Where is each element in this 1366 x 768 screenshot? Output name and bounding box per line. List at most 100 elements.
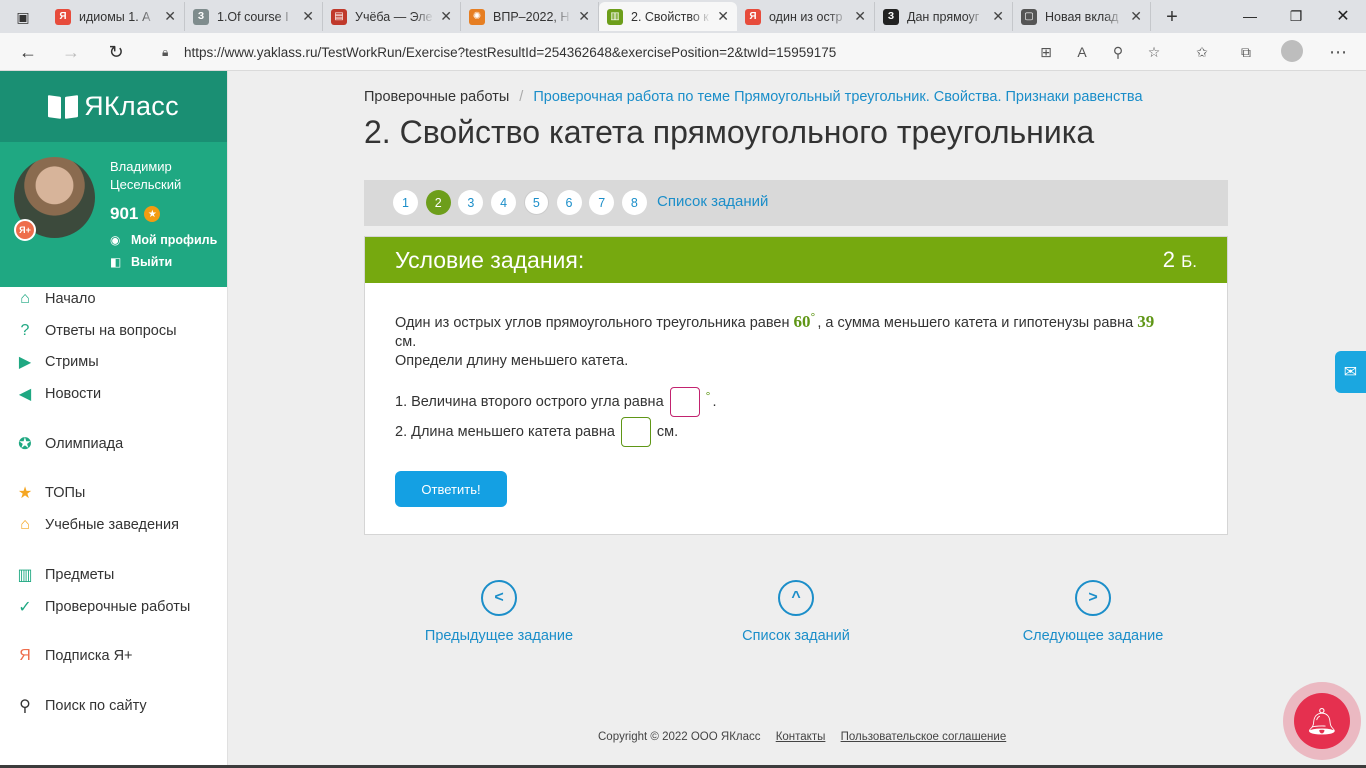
add-favorite-icon[interactable]: ☆ xyxy=(1143,41,1165,63)
browser-tab[interactable]: Яодин из остр ✕ xyxy=(737,2,875,31)
tab-close-icon[interactable]: ✕ xyxy=(440,8,452,25)
condition-text-2: , а сумма меньшего катета и гипотенузы р… xyxy=(817,315,1138,331)
sidebar-item-10[interactable]: ⚲ Поиск по сайту xyxy=(14,694,146,718)
user-points: 901 ★ xyxy=(110,204,161,224)
condition-angle: 60 xyxy=(793,312,811,331)
zoom-icon[interactable]: ⚲ xyxy=(1107,41,1129,63)
address-bar[interactable]: 🔒︎ https://www.yaklass.ru/TestWorkRun/Ex… xyxy=(150,37,1180,67)
more-menu-icon[interactable]: ⋯ xyxy=(1327,41,1349,63)
footer-agreement-link[interactable]: Пользовательское соглашение xyxy=(841,731,1007,743)
refresh-icon[interactable]: ↻ xyxy=(101,38,131,66)
sidebar-item-6[interactable]: ⌂ Учебные заведения xyxy=(14,513,179,537)
sidebar-item-4[interactable]: ✪ Олимпиада xyxy=(14,432,123,456)
browser-tab[interactable]: ▢ Новая вклад ✕ xyxy=(1013,2,1151,31)
tab-title: идиомы 1. А xyxy=(79,9,151,24)
answer-degree-sign: ° xyxy=(705,389,711,403)
footer-contacts-link[interactable]: Контакты xyxy=(776,731,826,743)
forward-icon[interactable]: → xyxy=(56,38,86,66)
browser-tab[interactable]: Яидиомы 1. А ✕ xyxy=(47,2,185,31)
pager-item[interactable]: 1 xyxy=(393,190,418,215)
pager-item[interactable]: 6 xyxy=(556,190,582,215)
browser-tab[interactable]: ✺ ВПР–2022, Н ✕ xyxy=(461,2,599,31)
sidebar: ЯКласс Я+ Владимир Цесельский 901 ★ ◉ Мо… xyxy=(0,71,228,768)
question-2-label: 2. Длина меньшего катета равна xyxy=(395,424,615,440)
points-value: 901 xyxy=(110,204,139,223)
next-task-label: Следующее задание xyxy=(1022,628,1164,644)
logo-book-icon xyxy=(48,96,78,118)
tab-actions-icon[interactable]: ▣ xyxy=(8,5,38,29)
task-list-link[interactable]: ^ Список заданий xyxy=(696,580,896,644)
collections-icon[interactable]: ⧉ xyxy=(1235,41,1257,63)
restore-icon[interactable]: ❐ xyxy=(1273,4,1319,28)
sidebar-item-5[interactable]: ★ ТОПы xyxy=(14,481,86,505)
building-icon: ⌂ xyxy=(20,516,30,533)
check-circle-icon: ✓ xyxy=(18,599,32,616)
browser-tab[interactable]: ▥ 2. Свойство к ✕ xyxy=(599,2,737,31)
task-points-value: 2 xyxy=(1162,247,1175,272)
browser-tab[interactable]: ▤ Учёба — Эле ✕ xyxy=(323,2,461,31)
breadcrumb-current[interactable]: Проверочная работа по теме Прямоугольный… xyxy=(533,89,1142,105)
profile-avatar-icon[interactable] xyxy=(1281,40,1303,62)
home-icon: ⌂ xyxy=(20,290,30,307)
profile-link[interactable]: ◉ Мой профиль xyxy=(110,233,217,247)
pager-item[interactable]: 5 xyxy=(523,190,549,215)
tab-close-icon[interactable]: ✕ xyxy=(578,8,590,25)
breadcrumb-root[interactable]: Проверочные работы xyxy=(364,89,509,105)
tab-close-icon[interactable]: ✕ xyxy=(717,8,729,25)
sidebar-item-7[interactable]: ▥ Предметы xyxy=(14,563,114,587)
search-icon: ⚲ xyxy=(19,698,31,715)
feedback-mail-icon[interactable]: ✉ xyxy=(1335,351,1366,393)
pager-item[interactable]: 2 xyxy=(425,190,451,215)
bell-icon: 🔔︎ xyxy=(1294,693,1350,749)
tab-title: Учёба — Эле xyxy=(355,9,433,24)
sidebar-item-3[interactable]: ◀ Новости xyxy=(14,382,101,406)
task-points: 2 Б. xyxy=(1163,247,1197,273)
minimize-icon[interactable]: — xyxy=(1227,4,1273,28)
logout-link-label: Выйти xyxy=(131,255,173,269)
tab-close-icon[interactable]: ✕ xyxy=(302,8,314,25)
lock-icon: 🔒︎ xyxy=(162,44,169,59)
logo-text: ЯКласс xyxy=(84,91,179,121)
tab-close-icon[interactable]: ✕ xyxy=(1130,8,1142,25)
question-2: 2. Длина меньшего катета равна см. xyxy=(395,417,678,447)
sidebar-item-label: Начало xyxy=(45,291,96,307)
tab-close-icon[interactable]: ✕ xyxy=(164,8,176,25)
favorites-icon[interactable]: ✩ xyxy=(1191,41,1213,63)
tab-favicon-icon: ▥ xyxy=(607,8,623,25)
tab-close-icon[interactable]: ✕ xyxy=(854,8,866,25)
browser-tab[interactable]: З 1.Of course I ✕ xyxy=(185,2,323,31)
read-aloud-icon[interactable]: A xyxy=(1071,41,1093,63)
notifications-button[interactable]: 🔔︎ xyxy=(1283,682,1361,760)
pager-item[interactable]: 8 xyxy=(621,190,647,215)
answer-angle-input[interactable] xyxy=(669,387,700,417)
back-icon[interactable]: ← xyxy=(13,38,43,66)
user-panel: Я+ Владимир Цесельский 901 ★ ◉ Мой профи… xyxy=(0,142,227,287)
apps-icon[interactable]: ⊞ xyxy=(1035,41,1057,63)
prev-task-link[interactable]: < Предыдущее задание xyxy=(399,580,599,644)
next-task-link[interactable]: > Следующее задание xyxy=(993,580,1193,644)
sidebar-item-label: Новости xyxy=(45,386,102,402)
pager-item[interactable]: 7 xyxy=(589,190,615,215)
new-tab-icon[interactable]: + xyxy=(1157,5,1187,29)
browser-tab[interactable]: З Дан прямоуг ✕ xyxy=(875,2,1013,31)
sidebar-item-9[interactable]: Я Подписка Я+ xyxy=(14,644,132,668)
pager-item[interactable]: 3 xyxy=(458,190,484,215)
breadcrumb: Проверочные работы / Проверочная работа по… xyxy=(364,89,1143,105)
pager-item[interactable]: 4 xyxy=(491,190,517,215)
logout-link[interactable]: ◧ Выйти xyxy=(110,255,172,269)
site-logo[interactable]: ЯКласс xyxy=(0,71,227,142)
tab-close-icon[interactable]: ✕ xyxy=(992,8,1004,25)
submit-answer-button[interactable]: Ответить! xyxy=(395,471,507,507)
pager-task-list-link[interactable]: Список заданий xyxy=(657,193,768,210)
close-window-icon[interactable]: ✕ xyxy=(1320,4,1366,28)
sidebar-item-0[interactable]: ⌂ Начало xyxy=(14,287,96,311)
degree-sign: ° xyxy=(810,310,816,324)
sidebar-item-8[interactable]: ✓ Проверочные работы xyxy=(14,595,190,619)
condition-text-3: см. xyxy=(395,334,417,350)
sidebar-item-2[interactable]: ▶ Стримы xyxy=(14,350,99,374)
task-card: Условие задания: 2 Б. Один из острых угл… xyxy=(364,236,1228,535)
task-card-header: Условие задания: 2 Б. xyxy=(365,237,1227,283)
sidebar-item-1[interactable]: ? Ответы на вопросы xyxy=(14,319,177,343)
tab-favicon-icon: ▤ xyxy=(331,8,347,25)
answer-leg-input[interactable] xyxy=(620,417,651,447)
